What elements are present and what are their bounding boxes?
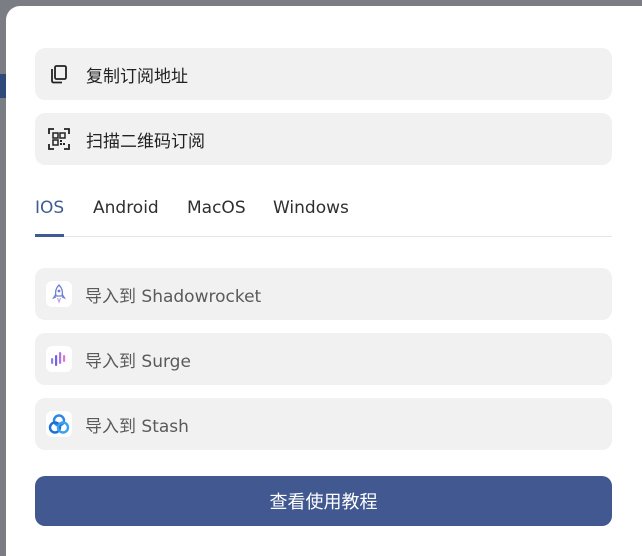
copy-subscription-button[interactable]: 复制订阅地址 [35, 48, 612, 100]
copy-icon [48, 63, 70, 85]
qr-code-icon [48, 128, 70, 150]
qr-subscribe-label: 扫描二维码订阅 [86, 131, 205, 152]
tab-macos[interactable]: MacOS [187, 190, 246, 236]
import-surge-label: 导入到 Surge [85, 351, 191, 372]
qr-subscribe-button[interactable]: 扫描二维码订阅 [35, 113, 612, 165]
view-tutorial-button[interactable]: 查看使用教程 [35, 476, 612, 526]
shadowrocket-icon [46, 281, 72, 307]
copy-subscription-label: 复制订阅地址 [86, 66, 188, 87]
import-surge-button[interactable]: 导入到 Surge [35, 333, 612, 385]
tab-android[interactable]: Android [93, 190, 159, 236]
surge-icon [46, 346, 72, 372]
tab-windows[interactable]: Windows [273, 190, 349, 236]
stash-icon [46, 411, 72, 437]
import-stash-button[interactable]: 导入到 Stash [35, 398, 612, 450]
import-shadowrocket-button[interactable]: 导入到 Shadowrocket [35, 268, 612, 320]
import-shadowrocket-label: 导入到 Shadowrocket [85, 286, 262, 307]
import-stash-label: 导入到 Stash [85, 416, 189, 437]
tab-ios[interactable]: IOS [35, 190, 65, 237]
platform-tabs: IOS Android MacOS Windows [35, 190, 612, 237]
